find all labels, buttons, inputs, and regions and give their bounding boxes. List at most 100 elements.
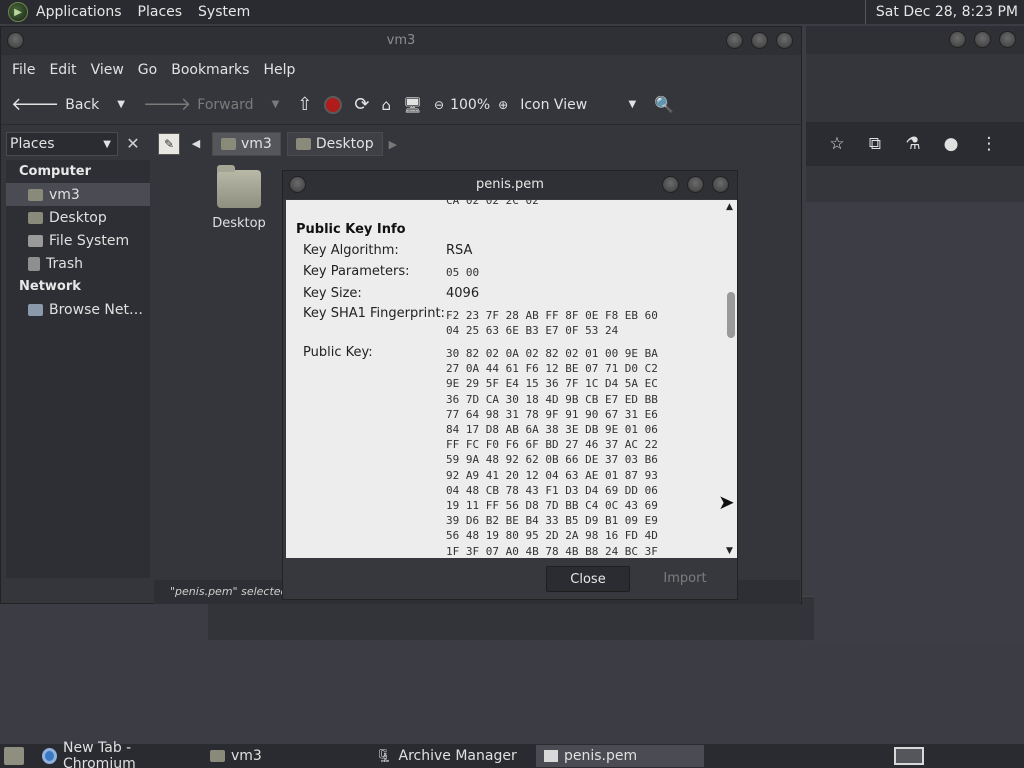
back-arrow-icon: 🡐 [11, 94, 60, 115]
search-button[interactable]: 🔍 [648, 95, 680, 114]
menu-bookmarks[interactable]: Bookmarks [164, 62, 256, 78]
back-button[interactable]: 🡐 Back ▼ [1, 94, 131, 115]
labs-flask-icon[interactable]: ⚗ [894, 134, 932, 154]
places-menu[interactable]: Places [130, 4, 191, 20]
import-button[interactable]: Import [643, 566, 727, 592]
minimize-icon[interactable] [949, 31, 966, 48]
close-icon[interactable] [712, 176, 729, 193]
task-penis-pem[interactable]: penis.pem [536, 745, 704, 767]
sidebar: Computer vm3 Desktop File System Trash N… [6, 160, 150, 578]
menu-edit[interactable]: Edit [42, 62, 83, 78]
extensions-icon[interactable]: ⧉ [856, 134, 894, 154]
drive-icon [28, 234, 43, 247]
menu-view[interactable]: View [84, 62, 131, 78]
key-algorithm-label: Key Algorithm: [303, 243, 399, 258]
key-parameters-value: 05 00 [446, 266, 480, 279]
applications-menu[interactable]: Applications [28, 4, 130, 20]
window-title: vm3 [386, 33, 416, 48]
chromium-icon [42, 748, 58, 764]
trash-icon [28, 256, 40, 271]
browser-titlebar[interactable] [806, 26, 1024, 54]
sidebar-header-computer: Computer [19, 164, 92, 179]
chevron-down-icon[interactable]: ▼ [117, 99, 125, 110]
window-menu-icon[interactable] [7, 32, 24, 49]
chevron-down-icon: ▼ [103, 138, 111, 150]
public-key-value: 30 82 02 0A 02 82 02 01 00 9E BA 27 0A 4… [446, 347, 658, 558]
section-public-key-info: Public Key Info [296, 222, 406, 237]
menu-go[interactable]: Go [131, 62, 164, 78]
home-button[interactable]: ⌂ [375, 96, 397, 114]
menu-help[interactable]: Help [256, 62, 302, 78]
breadcrumb-desktop[interactable]: Desktop [286, 132, 383, 156]
up-arrow-icon: ⇧ [297, 94, 313, 115]
sidebar-item-desktop[interactable]: Desktop [6, 206, 150, 229]
key-size-value: 4096 [446, 286, 480, 301]
more-menu-icon[interactable]: ⋮ [970, 134, 1008, 154]
breadcrumb-vm3[interactable]: vm3 [212, 132, 281, 156]
dialog-title: penis.pem [476, 177, 544, 192]
zoom-out-button[interactable]: ⊖ [428, 98, 450, 112]
stop-button[interactable] [318, 95, 348, 114]
sidebar-pane-select[interactable]: Places ▼ [6, 132, 118, 156]
show-desktop-icon[interactable] [4, 747, 24, 765]
close-icon[interactable] [776, 32, 793, 49]
maximize-icon[interactable] [974, 31, 991, 48]
bookmark-star-icon[interactable]: ☆ [818, 134, 856, 154]
zoom-in-icon: ⊕ [498, 97, 509, 112]
stop-icon [324, 95, 343, 114]
breadcrumb-right-icon[interactable]: ▶ [389, 138, 397, 151]
profile-avatar-icon[interactable]: ● [932, 134, 970, 154]
window-menu-icon[interactable] [289, 176, 306, 193]
minimize-icon[interactable] [726, 32, 743, 49]
home-folder-icon: ⌂ [381, 95, 391, 114]
forward-arrow-icon: 🡒 [142, 94, 192, 115]
computer-button[interactable]: 🖥 [397, 96, 428, 114]
minimize-icon[interactable] [662, 176, 679, 193]
chevron-down-icon[interactable]: ▼ [272, 99, 280, 110]
zoom-in-button[interactable]: ⊕ [492, 98, 514, 112]
task-chromium[interactable]: New Tab - Chromium [34, 740, 202, 768]
close-sidebar-icon[interactable]: ✕ [122, 132, 144, 156]
sidebar-item-vm3[interactable]: vm3 [6, 183, 150, 206]
edit-location-icon[interactable]: ✎ [158, 133, 180, 155]
dialog-titlebar[interactable]: penis.pem [283, 171, 737, 199]
folder-icon [217, 165, 261, 208]
clock[interactable]: Sat Dec 28, 8:23 PM [864, 0, 1018, 24]
scrollbar-thumb[interactable] [727, 292, 735, 338]
scroll-up-icon[interactable]: ▲ [726, 202, 733, 212]
key-fingerprint-value: F2 23 7F 28 AB FF 8F 0E F8 EB 60 04 25 6… [446, 309, 658, 338]
distro-logo-icon[interactable]: ▶ [8, 2, 28, 22]
reload-icon: ⟳ [354, 94, 370, 115]
sidebar-item-file-system[interactable]: File System [6, 229, 150, 252]
close-icon[interactable] [999, 31, 1016, 48]
zoom-level: 100% [450, 96, 491, 113]
menu-file[interactable]: File [5, 62, 42, 78]
scroll-down-icon[interactable]: ▼ [726, 546, 733, 556]
file-item-desktop[interactable]: Desktop [206, 165, 272, 231]
system-menu[interactable]: System [190, 4, 258, 20]
certificate-details[interactable]: CA 02 02 2C 02 Public Key Info Key Algor… [286, 200, 724, 558]
forward-button[interactable]: 🡒 Forward ▼ [137, 94, 285, 115]
certificate-dialog: penis.pem CA 02 02 2C 02 Public Key Info… [282, 170, 738, 600]
home-folder-icon [221, 138, 236, 150]
sidebar-item-browse-network[interactable]: Browse Net… [6, 298, 150, 321]
close-button[interactable]: Close [546, 566, 630, 592]
location-bar: ✎ ◀ vm3 Desktop ▶ [158, 132, 397, 156]
breadcrumb-left-icon[interactable]: ◀ [186, 132, 206, 156]
background-browser-window[interactable]: ☆ ⧉ ⚗ ● ⋮ [806, 26, 1024, 642]
desktop-folder-icon [295, 138, 311, 150]
reload-button[interactable]: ⟳ [348, 94, 375, 115]
document-icon [544, 750, 558, 762]
sidebar-item-trash[interactable]: Trash [6, 252, 150, 275]
file-manager-titlebar[interactable]: vm3 [1, 27, 801, 55]
key-fingerprint-label: Key SHA1 Fingerprint: [303, 306, 445, 321]
up-button[interactable]: ⇧ [291, 94, 318, 115]
workspace-switcher-icon[interactable] [894, 747, 924, 765]
public-key-label: Public Key: [303, 345, 373, 360]
maximize-icon[interactable] [687, 176, 704, 193]
maximize-icon[interactable] [751, 32, 768, 49]
task-vm3[interactable]: vm3 [202, 745, 368, 767]
desktop-folder-icon [28, 211, 43, 224]
view-mode-select[interactable]: Icon View ▼ [514, 97, 642, 113]
task-archive-manager[interactable]: 🗜 Archive Manager [368, 745, 536, 767]
